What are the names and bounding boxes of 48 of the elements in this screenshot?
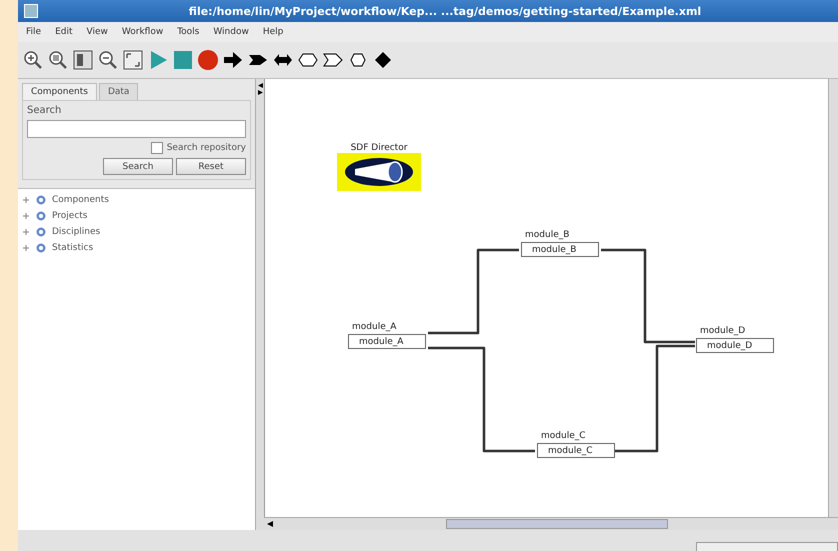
window-title: file:/home/lin/MyProject/workflow/Kep... ...tag/demos/getting-started/Example.xml [188, 4, 702, 18]
arrow-icon[interactable] [222, 49, 244, 71]
zoom-in-icon[interactable] [22, 49, 44, 71]
scrollbar-thumb[interactable] [446, 519, 668, 529]
checkbox[interactable] [150, 142, 163, 154]
search-field[interactable] [27, 120, 246, 138]
fullscreen-icon[interactable] [122, 49, 144, 71]
actor-label: module_A [352, 321, 396, 333]
menu-item[interactable]: Window [213, 27, 249, 37]
tree-item[interactable]: Components [52, 195, 109, 205]
menu-item[interactable]: View [86, 27, 108, 37]
expand-icon[interactable] [22, 244, 30, 252]
search-label: Search [27, 105, 62, 116]
director-label: SDF Director [350, 143, 408, 153]
actor-box: module_B [521, 242, 599, 257]
search-button[interactable]: Reset [176, 158, 246, 175]
zoom-out-icon[interactable] [97, 49, 119, 71]
menu-item[interactable]: File [26, 27, 42, 37]
tab[interactable]: Data [98, 83, 138, 100]
checkbox-label: Search repository [166, 143, 246, 153]
stop-icon[interactable] [172, 49, 194, 71]
scroll-left-icon[interactable] [267, 521, 273, 527]
expand-icon[interactable] [22, 212, 30, 220]
actor-box: module_A [348, 334, 426, 349]
record-icon[interactable] [197, 49, 219, 71]
menu-item[interactable]: Help [262, 27, 284, 37]
actor-box: module_D [696, 338, 774, 353]
zoom-reset-icon[interactable] [47, 49, 69, 71]
menu-item[interactable]: Tools [177, 27, 200, 37]
actor-box: module_C [537, 443, 615, 458]
tab[interactable]: Components [22, 83, 97, 100]
actor-label: module_D [700, 325, 746, 337]
actor-label: module_B [525, 229, 570, 241]
expand-icon[interactable] [22, 228, 30, 236]
collapse-left-icon[interactable] [258, 83, 262, 88]
expand-icon[interactable] [22, 196, 30, 204]
menu-item[interactable]: Edit [55, 27, 72, 37]
actor-label: module_C [541, 430, 586, 442]
menu-item[interactable]: Workflow [122, 27, 164, 37]
app-icon [24, 4, 38, 18]
search-button[interactable]: Search [103, 158, 173, 175]
zoom-fit-icon[interactable] [72, 49, 94, 71]
director-icon [337, 153, 421, 191]
collapse-right-icon[interactable] [258, 90, 262, 95]
scrollbar-track[interactable] [828, 79, 838, 517]
tree-item[interactable]: Disciplines [52, 227, 100, 237]
tree-item[interactable]: Projects [52, 211, 88, 221]
tree-item[interactable]: Statistics [52, 243, 94, 253]
